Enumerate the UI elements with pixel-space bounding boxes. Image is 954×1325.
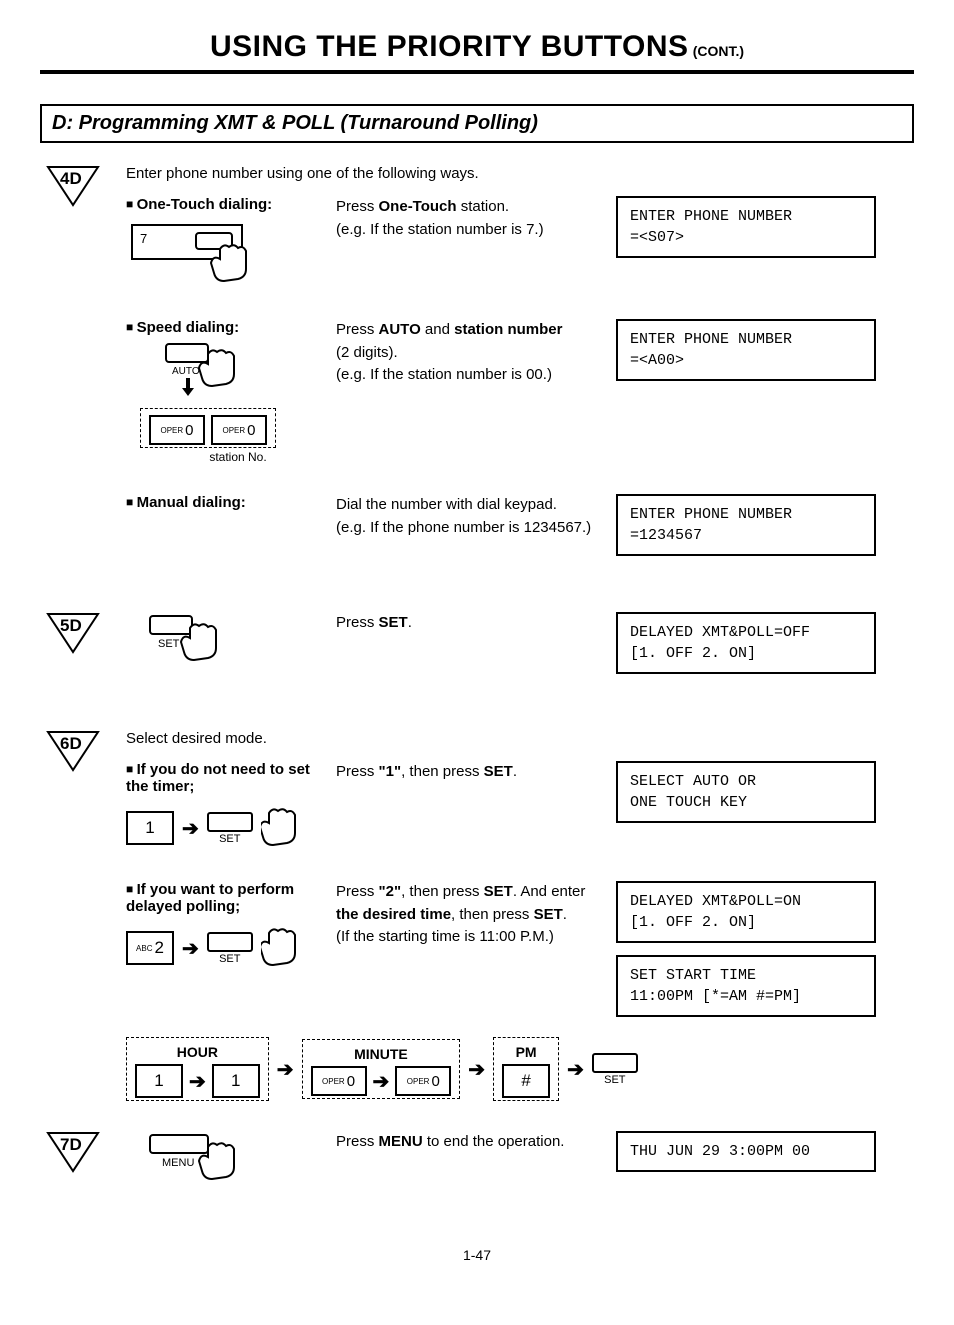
- key-1: 1: [126, 811, 174, 845]
- manual-instr: Dial the number with dial keypad. (e.g. …: [336, 494, 606, 539]
- step4-intro: Enter phone number using one of the foll…: [126, 165, 914, 182]
- no-timer-block: If you do not need to set the timer; 1 ➔…: [126, 761, 914, 851]
- svg-text:AUTO: AUTO: [172, 366, 200, 377]
- step5-row: SET Press SET. DELAYED XMT&POLL=OFF [1. …: [126, 612, 914, 674]
- key-2: ABC2: [126, 931, 174, 965]
- hand-icon: [261, 923, 311, 969]
- delayed-keys: ABC2 ➔ SET: [126, 925, 326, 971]
- page-number: 1-47: [40, 1247, 914, 1263]
- lcd-delayed-1: DELAYED XMT&POLL=ON [1. OFF 2. ON]: [616, 881, 876, 943]
- lcd-step7: THU JUN 29 3:00PM 00: [616, 1131, 876, 1172]
- step-marker-label: 6D: [60, 734, 82, 754]
- title-main: USING THE PRIORITY BUTTONS: [210, 30, 689, 63]
- set-key: SET: [592, 1053, 638, 1086]
- delayed-instr: Press "2", then press SET. And enter the…: [336, 881, 606, 949]
- manual-block: Manual dialing: Dial the number with dia…: [126, 494, 914, 556]
- speed-illustration: AUTO OPER0 OPER0 station No.: [136, 342, 326, 464]
- step-marker-label: 4D: [60, 169, 82, 189]
- key-7-label: 7: [140, 231, 147, 246]
- speed-head: Speed dialing:: [126, 319, 326, 336]
- menu-key-illustration: MENU: [146, 1131, 326, 1191]
- step7-instr: Press MENU to end the operation.: [336, 1131, 606, 1154]
- svg-text:MENU: MENU: [162, 1157, 194, 1169]
- time-entry-row: HOUR 1 ➔ 1 ➔ MINUTE OPER0 ➔ OPER0 ➔ PM: [126, 1037, 914, 1101]
- delayed-head: If you want to perform delayed polling;: [126, 881, 326, 915]
- minute-group: MINUTE OPER0 ➔ OPER0: [302, 1039, 461, 1099]
- hour-group: HOUR 1 ➔ 1: [126, 1037, 269, 1101]
- arrow-icon: ➔: [182, 936, 199, 961]
- lcd-speed: ENTER PHONE NUMBER =<A00>: [616, 319, 876, 381]
- one-touch-instr: Press One-Touch station. (e.g. If the st…: [336, 196, 606, 241]
- step6-intro: Select desired mode.: [126, 730, 914, 747]
- svg-text:SET: SET: [158, 638, 180, 650]
- station-no-caption: station No.: [150, 450, 326, 464]
- speed-block: Speed dialing: AUTO OPER0 OPER0: [126, 319, 914, 464]
- step-6d: 6D Select desired mode. If you do not ne…: [40, 730, 914, 1101]
- set-key-illustration: SET: [146, 612, 326, 672]
- no-timer-instr: Press "1", then press SET.: [336, 761, 606, 784]
- lcd-manual: ENTER PHONE NUMBER =1234567: [616, 494, 876, 556]
- section-header: D: Programming XMT & POLL (Turnaround Po…: [40, 104, 914, 143]
- arrow-icon: ➔: [567, 1057, 584, 1082]
- hand-icon: [261, 803, 311, 849]
- step7-row: MENU Press MENU to end the operation. TH…: [126, 1131, 914, 1191]
- title-cont: (CONT.): [693, 43, 744, 59]
- set-key: SET: [207, 932, 253, 965]
- step-5d: 5D SET Press SET. DELAYED XMT&POLL=OFF […: [40, 612, 914, 704]
- step5-instr: Press SET.: [336, 612, 606, 635]
- delayed-block: If you want to perform delayed polling; …: [126, 881, 914, 1017]
- lcd-step5: DELAYED XMT&POLL=OFF [1. OFF 2. ON]: [616, 612, 876, 674]
- step-marker-label: 7D: [60, 1135, 82, 1155]
- title-rule: [40, 70, 914, 74]
- set-key: SET: [207, 812, 253, 845]
- arrow-icon: ➔: [468, 1057, 485, 1082]
- page-title: USING THE PRIORITY BUTTONS (CONT.): [40, 30, 914, 64]
- pm-group: PM #: [493, 1037, 559, 1101]
- arrow-icon: ➔: [277, 1057, 294, 1082]
- one-touch-key-illustration: 7: [126, 219, 326, 289]
- manual-head: Manual dialing:: [126, 494, 326, 511]
- one-touch-head: One-Touch dialing:: [126, 196, 326, 213]
- lcd-delayed-2: SET START TIME 11:00PM [*=AM #=PM]: [616, 955, 876, 1017]
- step-7d: 7D MENU Press MENU to end the operation.…: [40, 1131, 914, 1221]
- lcd-one-touch: ENTER PHONE NUMBER =<S07>: [616, 196, 876, 258]
- no-timer-keys: 1 ➔ SET: [126, 805, 326, 851]
- arrow-icon: ➔: [182, 816, 199, 841]
- lcd-no-timer: SELECT AUTO OR ONE TOUCH KEY: [616, 761, 876, 823]
- speed-instr: Press AUTO and station number (2 digits)…: [336, 319, 606, 387]
- step-marker-label: 5D: [60, 616, 82, 636]
- step-4d: 4D Enter phone number using one of the f…: [40, 165, 914, 586]
- one-touch-block: One-Touch dialing: 7 Press One-Touch sta…: [126, 196, 914, 289]
- no-timer-head: If you do not need to set the timer;: [126, 761, 326, 795]
